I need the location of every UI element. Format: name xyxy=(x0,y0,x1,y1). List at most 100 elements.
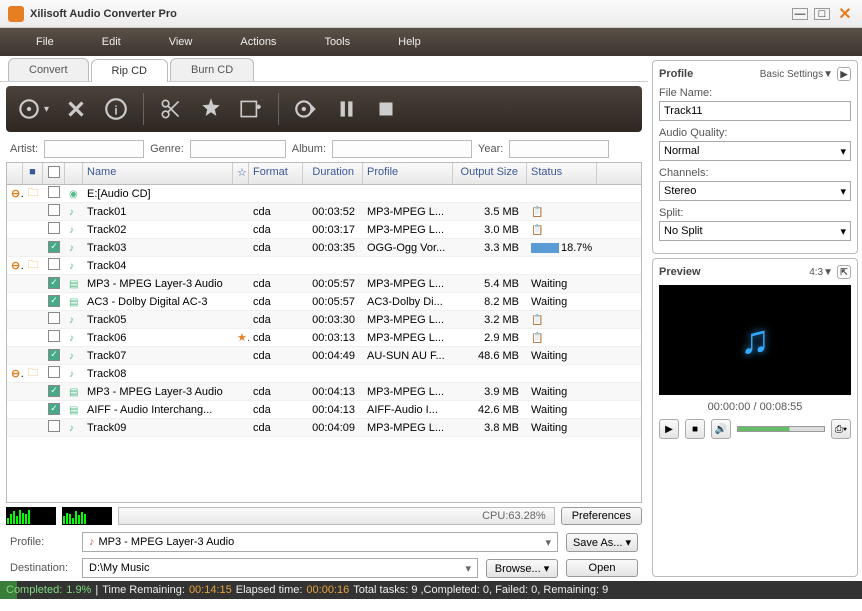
row-checkbox[interactable] xyxy=(48,403,60,415)
tab-convert[interactable]: Convert xyxy=(8,58,89,81)
basic-settings-button[interactable]: Basic Settings▼ xyxy=(760,69,833,80)
row-checkbox[interactable] xyxy=(48,420,60,432)
profile-combo[interactable]: ♪MP3 - MPEG Layer-3 Audio▾ xyxy=(82,532,558,552)
row-checkbox[interactable] xyxy=(48,222,60,234)
preview-play-button[interactable]: ▶ xyxy=(659,419,679,439)
col-status[interactable]: Status xyxy=(527,163,597,184)
add-profile-button[interactable] xyxy=(238,96,264,122)
menu-tools[interactable]: Tools xyxy=(300,32,374,52)
file-type-icon: ♪ xyxy=(69,225,74,236)
row-checkbox[interactable] xyxy=(48,366,60,378)
table-row[interactable]: ♪Track01cda00:03:52MP3-MPEG L...3.5 MB📋 xyxy=(7,203,641,221)
rip-button[interactable] xyxy=(293,96,319,122)
cell-format: cda xyxy=(249,277,303,291)
quality-select[interactable]: Normal▾ xyxy=(659,141,851,161)
cell-output: 3.0 MB xyxy=(453,223,527,237)
cell-profile: MP3-MPEG L... xyxy=(363,421,453,435)
volume-slider[interactable] xyxy=(737,426,825,432)
row-checkbox[interactable] xyxy=(48,385,60,397)
col-profile[interactable]: Profile xyxy=(363,163,453,184)
cell-profile: MP3-MPEG L... xyxy=(363,277,453,291)
col-format[interactable]: Format xyxy=(249,163,303,184)
genre-input[interactable] xyxy=(190,140,286,158)
open-button[interactable]: Open xyxy=(566,559,638,577)
cell-name: Track01 xyxy=(83,205,233,219)
table-row[interactable]: ⊖🗀♪Track08 xyxy=(7,365,641,383)
artist-input[interactable] xyxy=(44,140,144,158)
menu-view[interactable]: View xyxy=(145,32,217,52)
table-row[interactable]: ⊖🗀◉E:[Audio CD] xyxy=(7,185,641,203)
col-duration[interactable]: Duration xyxy=(303,163,363,184)
load-cd-button[interactable]: ▾ xyxy=(16,96,49,122)
preview-stop-button[interactable]: ■ xyxy=(685,419,705,439)
file-type-icon: ▤ xyxy=(69,387,78,398)
menu-file[interactable]: File xyxy=(12,32,78,52)
preferences-button[interactable]: Preferences xyxy=(561,507,642,525)
cell-profile: MP3-MPEG L... xyxy=(363,385,453,399)
row-checkbox[interactable] xyxy=(48,349,60,361)
expand-icon[interactable]: ⊖ xyxy=(11,260,23,272)
table-row[interactable]: ♪Track07cda00:04:49AU-SUN AU F...48.6 MB… xyxy=(7,347,641,365)
row-checkbox[interactable] xyxy=(48,258,60,270)
menu-help[interactable]: Help xyxy=(374,32,445,52)
col-output[interactable]: Output Size xyxy=(453,163,527,184)
maximize-button[interactable]: □ xyxy=(814,8,830,20)
table-row[interactable]: ▤ MP3 - MPEG Layer-3 Audiocda00:05:57MP3… xyxy=(7,275,641,293)
table-row[interactable]: ▤ AIFF - Audio Interchang...cda00:04:13A… xyxy=(7,401,641,419)
filename-input[interactable] xyxy=(659,101,851,121)
aspect-ratio-button[interactable]: 4:3▼ xyxy=(809,267,833,278)
col-name[interactable]: Name xyxy=(83,163,233,184)
close-button[interactable]: ✕ xyxy=(836,8,854,20)
row-checkbox[interactable] xyxy=(48,312,60,324)
tab-burn-cd[interactable]: Burn CD xyxy=(170,58,254,81)
row-checkbox[interactable] xyxy=(48,186,60,198)
tab-rip-cd[interactable]: Rip CD xyxy=(91,59,168,82)
split-select[interactable]: No Split▾ xyxy=(659,221,851,241)
delete-button[interactable] xyxy=(63,96,89,122)
row-checkbox[interactable] xyxy=(48,295,60,307)
cell-duration: 00:05:57 xyxy=(303,277,363,291)
table-row[interactable]: ⊖🗀♪Track04 xyxy=(7,257,641,275)
album-input[interactable] xyxy=(332,140,472,158)
table-row[interactable]: ▤ AC3 - Dolby Digital AC-3cda00:05:57AC3… xyxy=(7,293,641,311)
table-row[interactable]: ♪Track05cda00:03:30MP3-MPEG L...3.2 MB📋 xyxy=(7,311,641,329)
row-checkbox[interactable] xyxy=(48,330,60,342)
grid-body[interactable]: ⊖🗀◉E:[Audio CD]♪Track01cda00:03:52MP3-MP… xyxy=(7,185,641,502)
preview-snapshot-button[interactable]: ⎙▾ xyxy=(831,419,851,439)
menu-actions[interactable]: Actions xyxy=(216,32,300,52)
save-as-button[interactable]: Save As... ▾ xyxy=(566,533,638,552)
menu-edit[interactable]: Edit xyxy=(78,32,145,52)
preview-title: Preview xyxy=(659,266,701,278)
cell-status: 📋 xyxy=(527,223,597,237)
row-checkbox[interactable] xyxy=(48,241,60,253)
stop-button[interactable] xyxy=(373,96,399,122)
row-checkbox[interactable] xyxy=(48,204,60,216)
cell-profile: MP3-MPEG L... xyxy=(363,331,453,345)
minimize-button[interactable]: — xyxy=(792,8,808,20)
table-row[interactable]: ▤ MP3 - MPEG Layer-3 Audiocda00:04:13MP3… xyxy=(7,383,641,401)
row-checkbox[interactable] xyxy=(48,277,60,289)
table-row[interactable]: ♪Track06★cda00:03:13MP3-MPEG L...2.9 MB📋 xyxy=(7,329,641,347)
table-row[interactable]: ♪Track02cda00:03:17MP3-MPEG L...3.0 MB📋 xyxy=(7,221,641,239)
effects-button[interactable] xyxy=(198,96,224,122)
year-input[interactable] xyxy=(509,140,609,158)
table-row[interactable]: ♪Track09cda00:04:09MP3-MPEG L...3.8 MBWa… xyxy=(7,419,641,437)
cell-name: MP3 - MPEG Layer-3 Audio xyxy=(83,277,233,291)
expand-icon[interactable]: ⊖ xyxy=(11,188,23,200)
browse-button[interactable]: Browse... ▾ xyxy=(486,559,558,578)
expand-icon[interactable]: ⊖ xyxy=(11,368,23,380)
channels-select[interactable]: Stereo▾ xyxy=(659,181,851,201)
file-type-icon: ♪ xyxy=(69,333,74,344)
panel-expand-button[interactable]: ▶ xyxy=(837,67,851,81)
artist-label: Artist: xyxy=(10,143,38,155)
pause-button[interactable] xyxy=(333,96,359,122)
preview-time: 00:00:00 / 00:08:55 xyxy=(659,401,851,413)
cell-profile: AIFF-Audio I... xyxy=(363,403,453,417)
info-button[interactable]: i xyxy=(103,96,129,122)
table-row[interactable]: ♪Track03cda00:03:35OGG-Ogg Vor...3.3 MB1… xyxy=(7,239,641,257)
clip-button[interactable] xyxy=(158,96,184,122)
preview-mute-button[interactable]: 🔊 xyxy=(711,419,731,439)
preview-popout-button[interactable]: ⇱ xyxy=(837,265,851,279)
dest-combo[interactable]: D:\My Music▾ xyxy=(82,558,478,578)
cell-output: 5.4 MB xyxy=(453,277,527,291)
